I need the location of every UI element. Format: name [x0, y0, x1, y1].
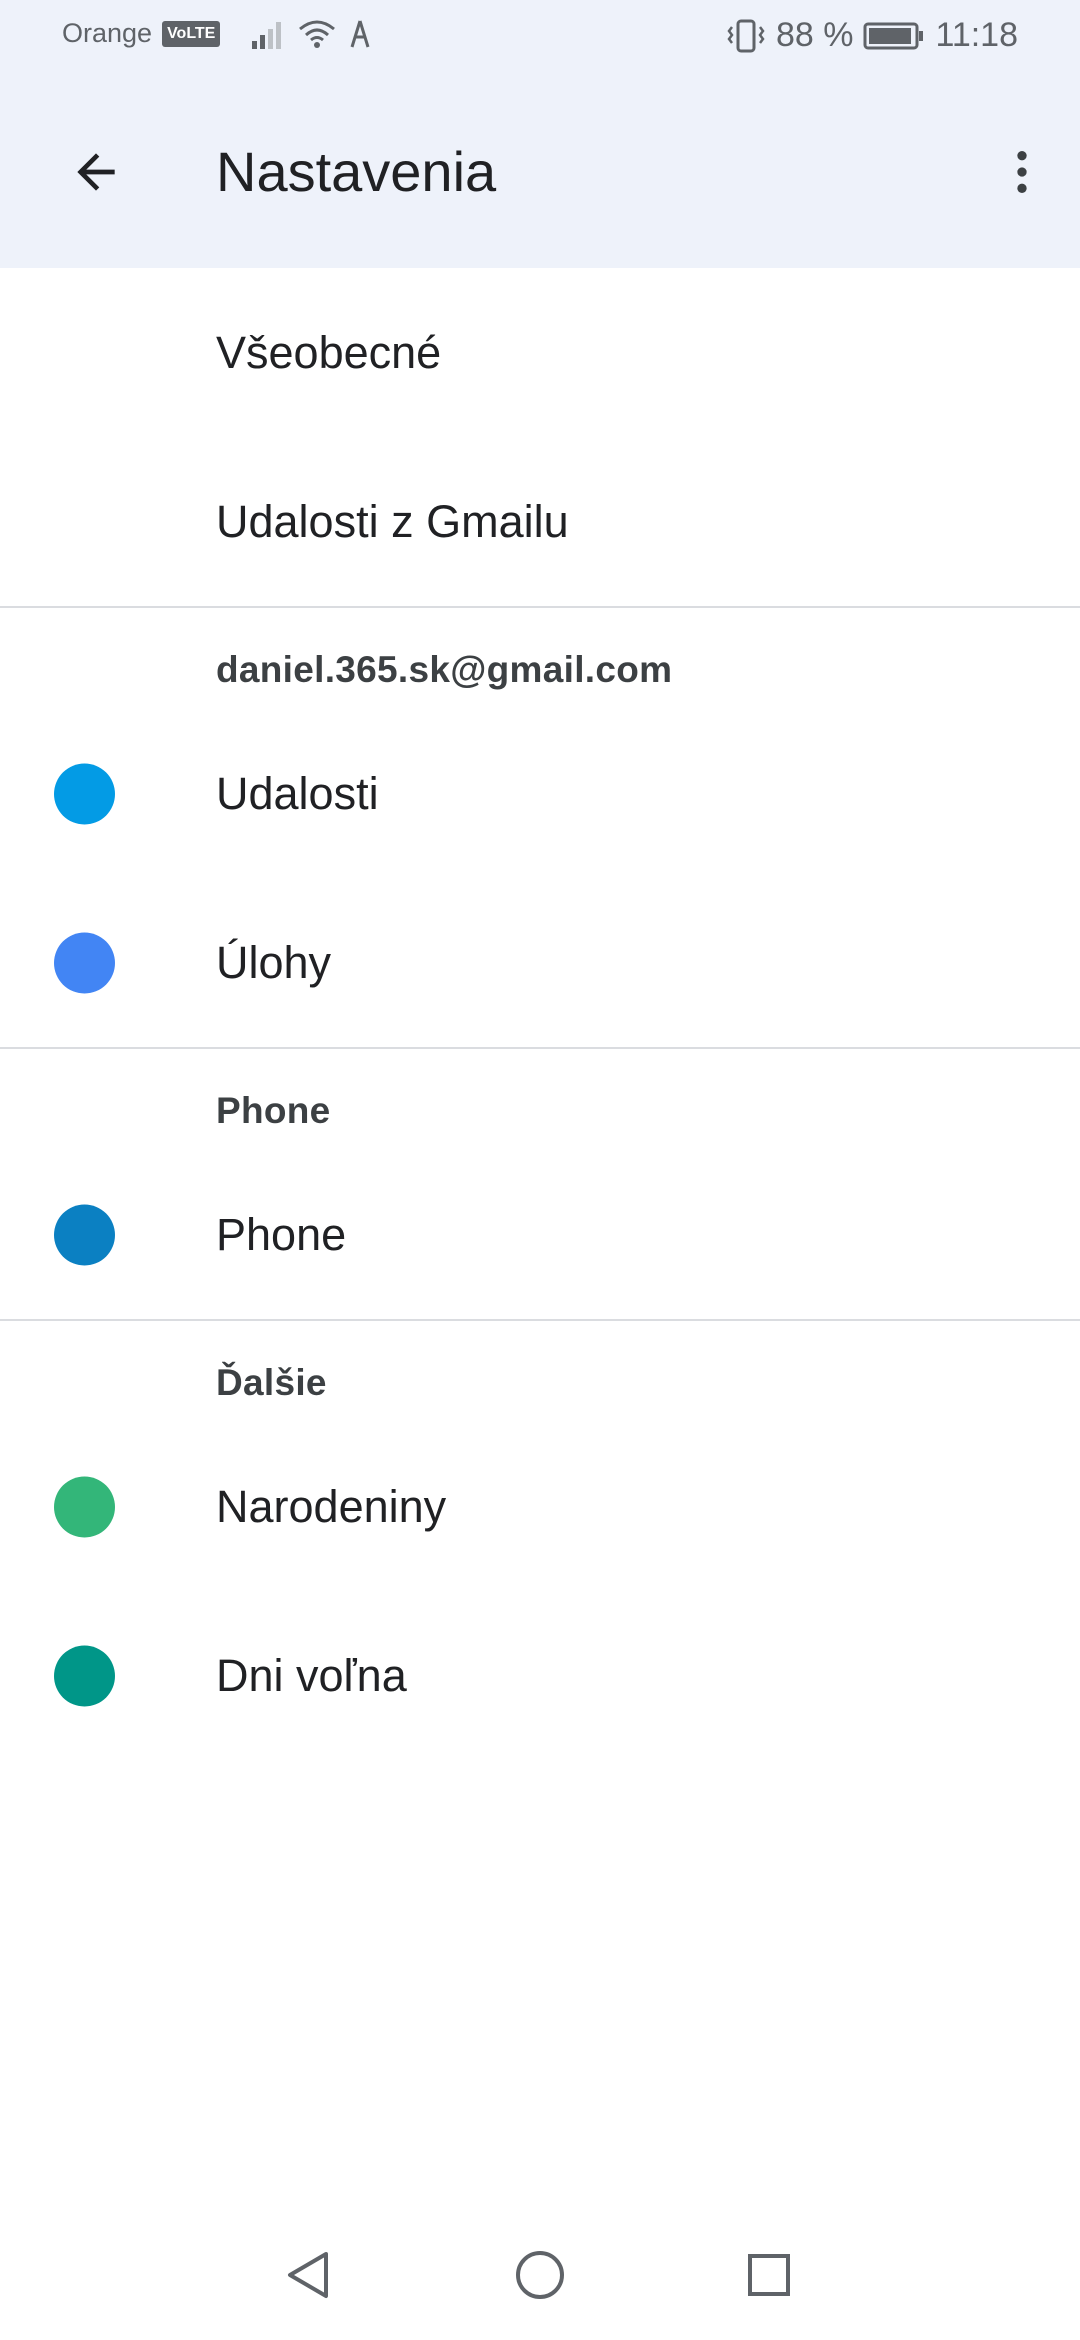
vibrate-icon	[727, 19, 765, 52]
data-activity-icon	[350, 20, 370, 47]
calendar-item-holidays[interactable]: Dni voľna	[0, 1591, 1080, 1760]
status-bar: Orange VoLTE 88 % 11:18	[0, 0, 1080, 72]
calendar-item-phone[interactable]: Phone	[0, 1150, 1080, 1319]
calendar-color-dot	[54, 1645, 115, 1706]
settings-item-label: Udalosti z Gmailu	[216, 495, 569, 547]
settings-item-label: Všeobecné	[216, 326, 442, 378]
page-title: Nastavenia	[216, 140, 497, 203]
back-button[interactable]	[56, 132, 136, 212]
battery-percentage: 88 %	[775, 16, 854, 54]
nav-back-button[interactable]	[264, 2230, 354, 2320]
section-header-account: daniel.365.sk@gmail.com	[0, 608, 1080, 709]
square-recents-icon	[748, 2254, 790, 2296]
calendar-item-label: Narodeniny	[216, 1480, 447, 1532]
volte-badge: VoLTE	[162, 20, 221, 47]
calendar-item-events[interactable]: Udalosti	[0, 709, 1080, 878]
settings-list: Všeobecné Udalosti z Gmailu daniel.365.s…	[0, 268, 1080, 1760]
more-vert-icon	[1017, 151, 1027, 193]
system-navigation-bar	[0, 2210, 1080, 2340]
battery-icon	[863, 22, 924, 49]
nav-home-button[interactable]	[495, 2230, 585, 2320]
calendar-color-dot	[54, 1204, 115, 1265]
section-header-label: Phone	[216, 1090, 331, 1131]
calendar-color-dot	[54, 763, 115, 824]
clock: 11:18	[935, 16, 1018, 54]
section-header-phone: Phone	[0, 1049, 1080, 1150]
calendar-item-birthdays[interactable]: Narodeniny	[0, 1422, 1080, 1591]
back-arrow-icon	[77, 153, 115, 191]
calendar-color-dot	[54, 1476, 115, 1537]
top-app-bar: Nastavenia	[0, 72, 1080, 268]
calendar-item-tasks[interactable]: Úlohy	[0, 878, 1080, 1047]
section-header-label: Ďalšie	[216, 1362, 327, 1403]
settings-item-gmail-events[interactable]: Udalosti z Gmailu	[0, 437, 1080, 606]
calendar-color-dot	[54, 932, 115, 993]
nav-recents-button[interactable]	[724, 2230, 814, 2320]
wifi-icon	[299, 20, 336, 48]
circle-home-icon	[516, 2251, 564, 2299]
settings-item-general[interactable]: Všeobecné	[0, 268, 1080, 437]
signal-icon	[252, 21, 282, 49]
more-options-button[interactable]	[982, 132, 1062, 212]
calendar-item-label: Dni voľna	[216, 1649, 407, 1701]
calendar-item-label: Phone	[216, 1208, 347, 1260]
carrier-name: Orange	[62, 18, 153, 48]
section-header-label: daniel.365.sk@gmail.com	[216, 649, 673, 690]
section-header-other: Ďalšie	[0, 1321, 1080, 1422]
calendar-item-label: Úlohy	[216, 936, 332, 988]
calendar-item-label: Udalosti	[216, 767, 379, 819]
triangle-back-icon	[288, 2252, 328, 2298]
